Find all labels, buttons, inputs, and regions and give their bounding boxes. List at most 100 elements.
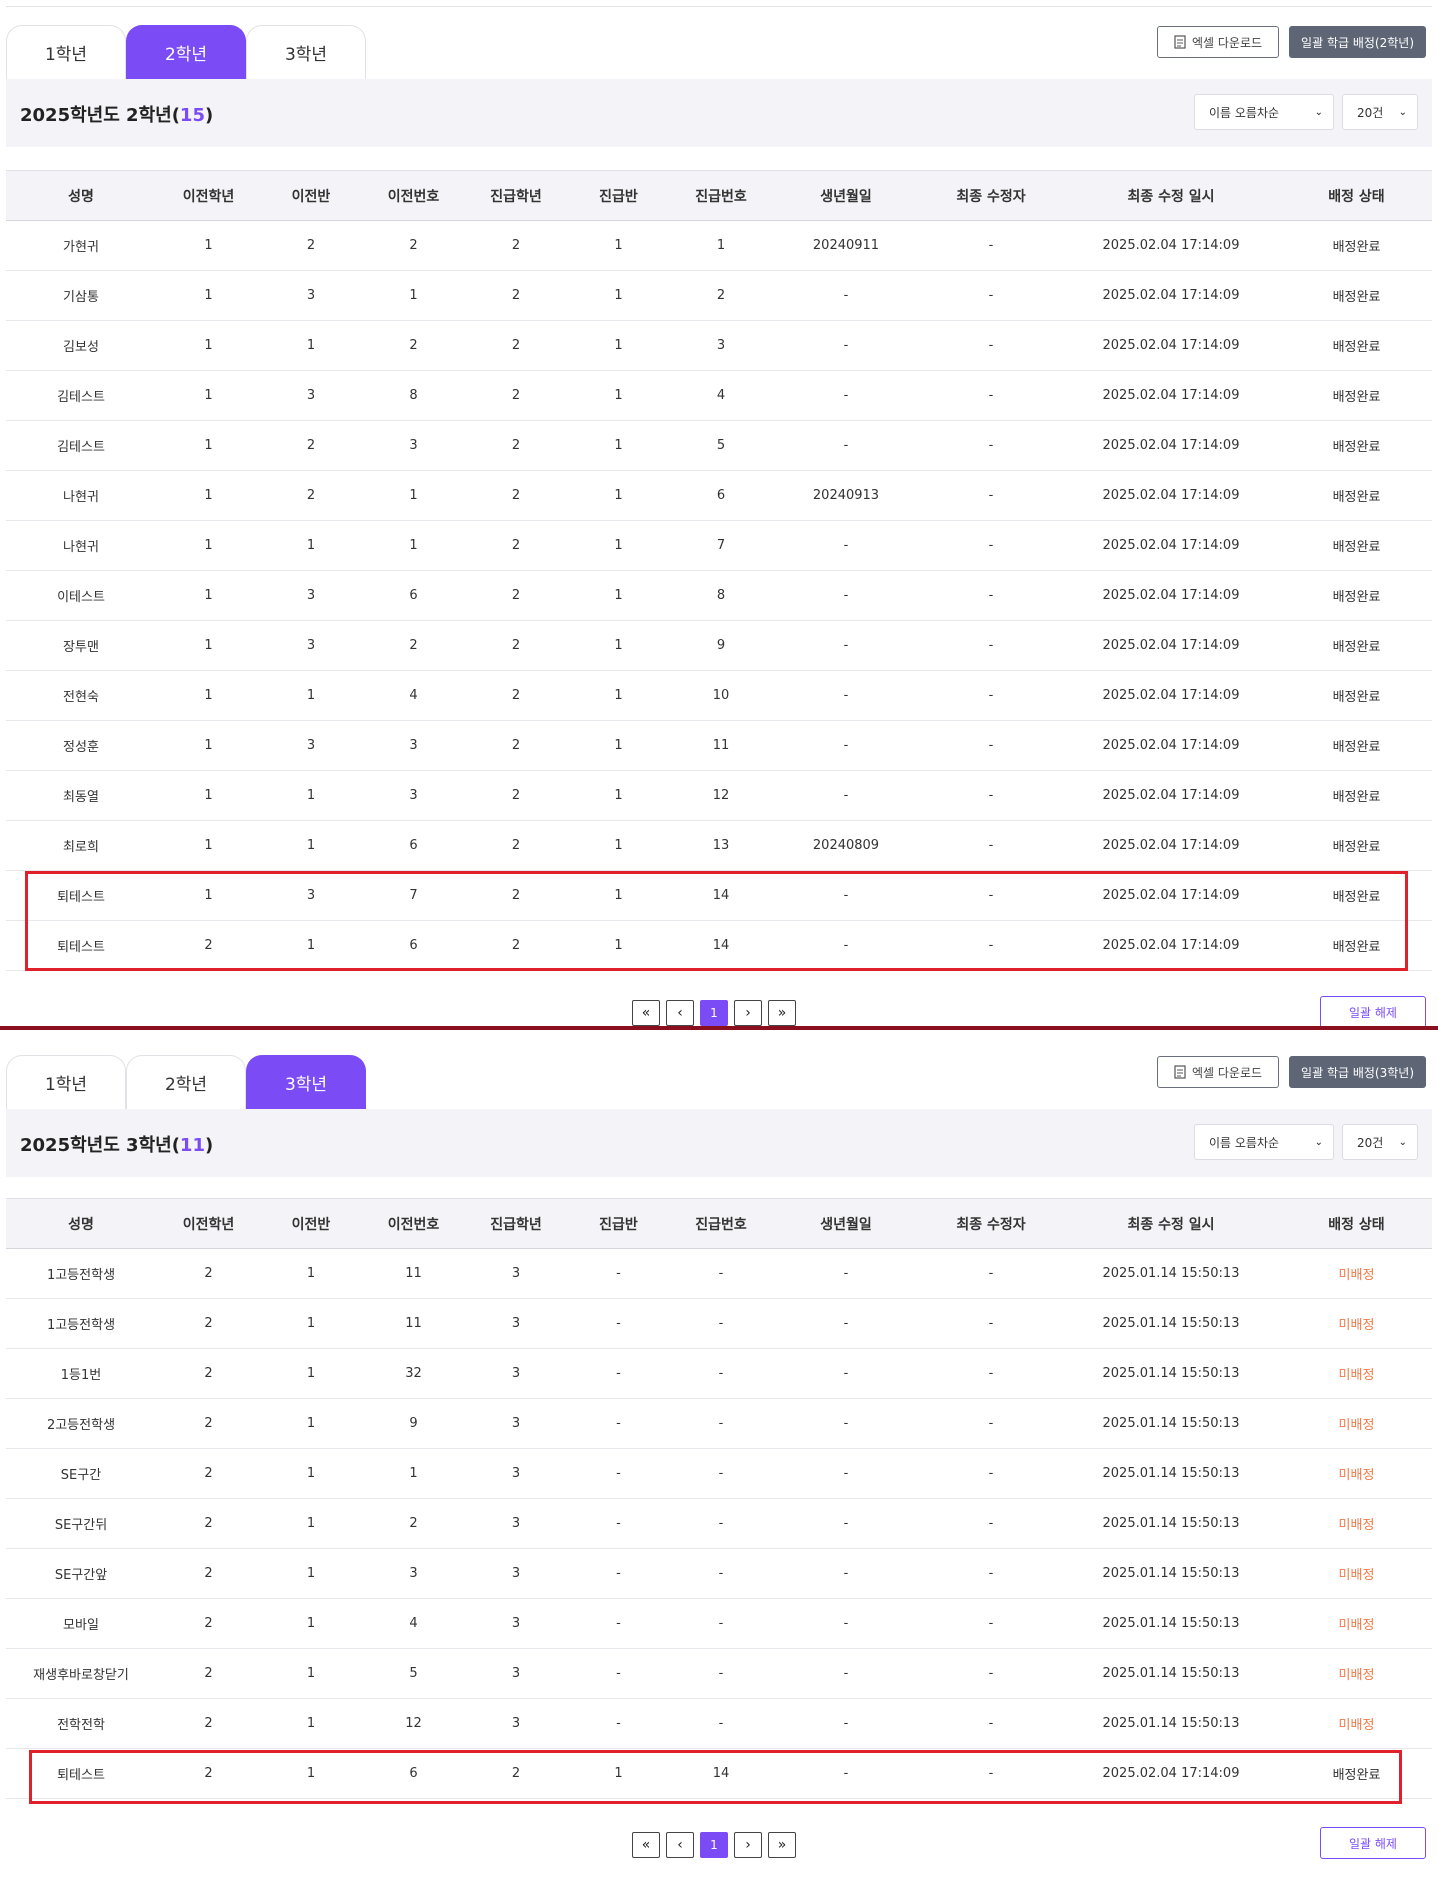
last-page-button[interactable]: » [768, 1832, 796, 1858]
table-cell: - [771, 270, 921, 321]
last-page-button[interactable]: » [768, 1000, 796, 1026]
table-row[interactable]: 퇴테스트 2 1 6 2 1 14- -2025.02.04 17:14:09 배정완료 [6, 1748, 1432, 1799]
table-cell: - [921, 220, 1061, 271]
table-row[interactable]: 퇴테스트 1 3 7 2 1 14- -2025.02.04 17:14:09 배정완료 [6, 870, 1432, 921]
table-row[interactable]: 김보성 1 1 2 2 1 3- -2025.02.04 17:14:09 배정완료 [6, 320, 1432, 371]
table-row[interactable]: 전현숙 1 1 4 2 1 10- -2025.02.04 17:14:09 배정완료 [6, 670, 1432, 721]
table-row[interactable]: SE구간뒤 2 1 2 3- - - -2025.01.14 15:50:13 미배정 [6, 1498, 1432, 1549]
bulk-release-button[interactable]: 일괄 해제 [1320, 1827, 1426, 1859]
table-row[interactable]: 최동열 1 1 3 2 1 12- -2025.02.04 17:14:09 배정완료 [6, 770, 1432, 821]
excel-download-label: 엑셀 다운로드 [1191, 1065, 1263, 1080]
table-cell: 1고등전학생 [6, 1248, 156, 1299]
sort-select[interactable]: 이름 오름차순 ⌄ [1194, 1124, 1334, 1160]
table-cell: 2 [466, 570, 566, 621]
assignment-status: 배정완료 [1281, 770, 1432, 821]
sort-select[interactable]: 이름 오름차순 ⌄ [1194, 94, 1334, 130]
table-row[interactable]: 재생후바로창닫기 2 1 5 3- - - -2025.01.14 15:50:13 미배정 [6, 1648, 1432, 1699]
table-row[interactable]: 1등1번 2 1 32 3- - - -2025.01.14 15:50:13 미배정 [6, 1348, 1432, 1399]
excel-download-button[interactable]: 엑셀 다운로드 [1156, 26, 1280, 58]
assignment-status: 미배정 [1281, 1398, 1432, 1449]
table-cell: 3 [466, 1348, 566, 1399]
table-row[interactable]: 최로희 1 1 6 2 1 13 20240809-2025.02.04 17:14:09 배정… [6, 820, 1432, 871]
page-size-select[interactable]: 20건 ⌄ [1342, 1124, 1418, 1160]
table-cell: 2 [261, 220, 361, 271]
table-cell: - [921, 1298, 1061, 1349]
bulk-assign-button[interactable]: 일괄 학급 배정(3학년) [1289, 1056, 1426, 1088]
bulk-release-button[interactable]: 일괄 해제 [1320, 996, 1426, 1028]
page-1-button[interactable]: 1 [700, 1000, 728, 1026]
table-cell: 2 [156, 1748, 261, 1799]
table-row[interactable]: 김테스트 1 3 8 2 1 4- -2025.02.04 17:14:09 배정완료 [6, 370, 1432, 421]
table-cell: 2025.02.04 17:14:09 [1061, 920, 1281, 971]
table-row[interactable]: 2고등전학생 2 1 9 3- - - -2025.01.14 15:50:13 미배정 [6, 1398, 1432, 1449]
page-size-select[interactable]: 20건 ⌄ [1342, 94, 1418, 130]
bulk-assign-button[interactable]: 일괄 학급 배정(2학년) [1289, 26, 1426, 58]
assignment-status: 배정완료 [1281, 1748, 1432, 1799]
table-row[interactable]: 퇴테스트 2 1 6 2 1 14- -2025.02.04 17:14:09 배정완료 [6, 920, 1432, 971]
table-cell: 2 [466, 420, 566, 471]
table-cell: 2 [466, 520, 566, 571]
tab-grade-2[interactable]: 2학년 [126, 25, 246, 79]
table-cell: 3 [466, 1648, 566, 1699]
table-cell: 7 [671, 520, 771, 571]
table-cell: - [771, 370, 921, 421]
table-row[interactable]: 나현귀 1 1 1 2 1 7- -2025.02.04 17:14:09 배정완료 [6, 520, 1432, 571]
table-cell: 20240809 [771, 820, 921, 871]
column-header: 이전학년 [156, 1198, 261, 1249]
assignment-status: 미배정 [1281, 1348, 1432, 1399]
table-cell: - [771, 1498, 921, 1549]
table-cell: 1 [361, 270, 466, 321]
table-row[interactable]: 김테스트 1 2 3 2 1 5- -2025.02.04 17:14:09 배정완료 [6, 420, 1432, 471]
table-cell: 13 [671, 820, 771, 871]
table-cell: 3 [361, 770, 466, 821]
table-cell: 2 [466, 270, 566, 321]
table-row[interactable]: SE구간앞 2 1 3 3- - - -2025.01.14 15:50:13 미배정 [6, 1548, 1432, 1599]
table-cell: - [771, 320, 921, 371]
table-cell: 2 [466, 470, 566, 521]
table-cell: - [771, 1748, 921, 1799]
table-cell: 김보성 [6, 320, 156, 371]
table-row[interactable]: 1고등전학생 2 1 11 3- - - -2025.01.14 15:50:13 미배정 [6, 1298, 1432, 1349]
excel-download-button[interactable]: 엑셀 다운로드 [1156, 1056, 1280, 1088]
table-cell: 1 [156, 720, 261, 771]
prev-page-button[interactable]: ‹ [666, 1832, 694, 1858]
table-row[interactable]: SE구간 2 1 1 3- - - -2025.01.14 15:50:13 미배정 [6, 1448, 1432, 1499]
table-row[interactable]: 나현귀 1 2 1 2 1 6 20240913-2025.02.04 17:14:09 배정완… [6, 470, 1432, 521]
tab-grade-3[interactable]: 3학년 [246, 1055, 366, 1109]
table-row[interactable]: 정성훈 1 3 3 2 1 11- -2025.02.04 17:14:09 배정완료 [6, 720, 1432, 771]
tab-grade-3[interactable]: 3학년 [246, 25, 366, 79]
table-cell: 2025.01.14 15:50:13 [1061, 1348, 1281, 1399]
table-cell: 6 [361, 820, 466, 871]
top-divider [6, 6, 1432, 7]
assignment-status: 배정완료 [1281, 270, 1432, 321]
tab-grade-2[interactable]: 2학년 [126, 1055, 246, 1109]
table-cell: - [921, 1248, 1061, 1299]
table-cell: 2 [156, 1298, 261, 1349]
table-row[interactable]: 1고등전학생 2 1 11 3- - - -2025.01.14 15:50:13 미배정 [6, 1248, 1432, 1299]
table-cell: 2025.02.04 17:14:09 [1061, 1748, 1281, 1799]
assignment-status: 미배정 [1281, 1548, 1432, 1599]
next-page-button[interactable]: › [734, 1000, 762, 1026]
table-row[interactable]: 모바일 2 1 4 3- - - -2025.01.14 15:50:13 미배정 [6, 1598, 1432, 1649]
tab-grade-1[interactable]: 1학년 [6, 1055, 126, 1109]
table-cell: 1 [261, 920, 361, 971]
list-controls: 이름 오름차순 ⌄ 20건 ⌄ [1194, 1124, 1418, 1160]
table-cell: SE구간 [6, 1448, 156, 1499]
table-cell: 11 [361, 1248, 466, 1299]
tab-grade-1[interactable]: 1학년 [6, 25, 126, 79]
table-row[interactable]: 이테스트 1 3 6 2 1 8- -2025.02.04 17:14:09 배정완료 [6, 570, 1432, 621]
table-row[interactable]: 기삼통 1 3 1 2 1 2- -2025.02.04 17:14:09 배정완료 [6, 270, 1432, 321]
table-cell: 6 [361, 920, 466, 971]
column-header: 배정 상태 [1281, 170, 1432, 221]
first-page-button[interactable]: « [632, 1832, 660, 1858]
column-header: 진급학년 [466, 170, 566, 221]
page-1-button[interactable]: 1 [700, 1832, 728, 1858]
next-page-button[interactable]: › [734, 1832, 762, 1858]
table-row[interactable]: 장투맨 1 3 2 2 1 9- -2025.02.04 17:14:09 배정완료 [6, 620, 1432, 671]
table-cell: - [566, 1398, 671, 1449]
table-row[interactable]: 가현귀 1 2 2 2 1 1 20240911-2025.02.04 17:14:09 배정완… [6, 220, 1432, 271]
table-cell: 1 [261, 320, 361, 371]
table-row[interactable]: 전학전학 2 1 12 3- - - -2025.01.14 15:50:13 미배정 [6, 1698, 1432, 1749]
first-page-button[interactable]: « [632, 1000, 660, 1026]
prev-page-button[interactable]: ‹ [666, 1000, 694, 1026]
